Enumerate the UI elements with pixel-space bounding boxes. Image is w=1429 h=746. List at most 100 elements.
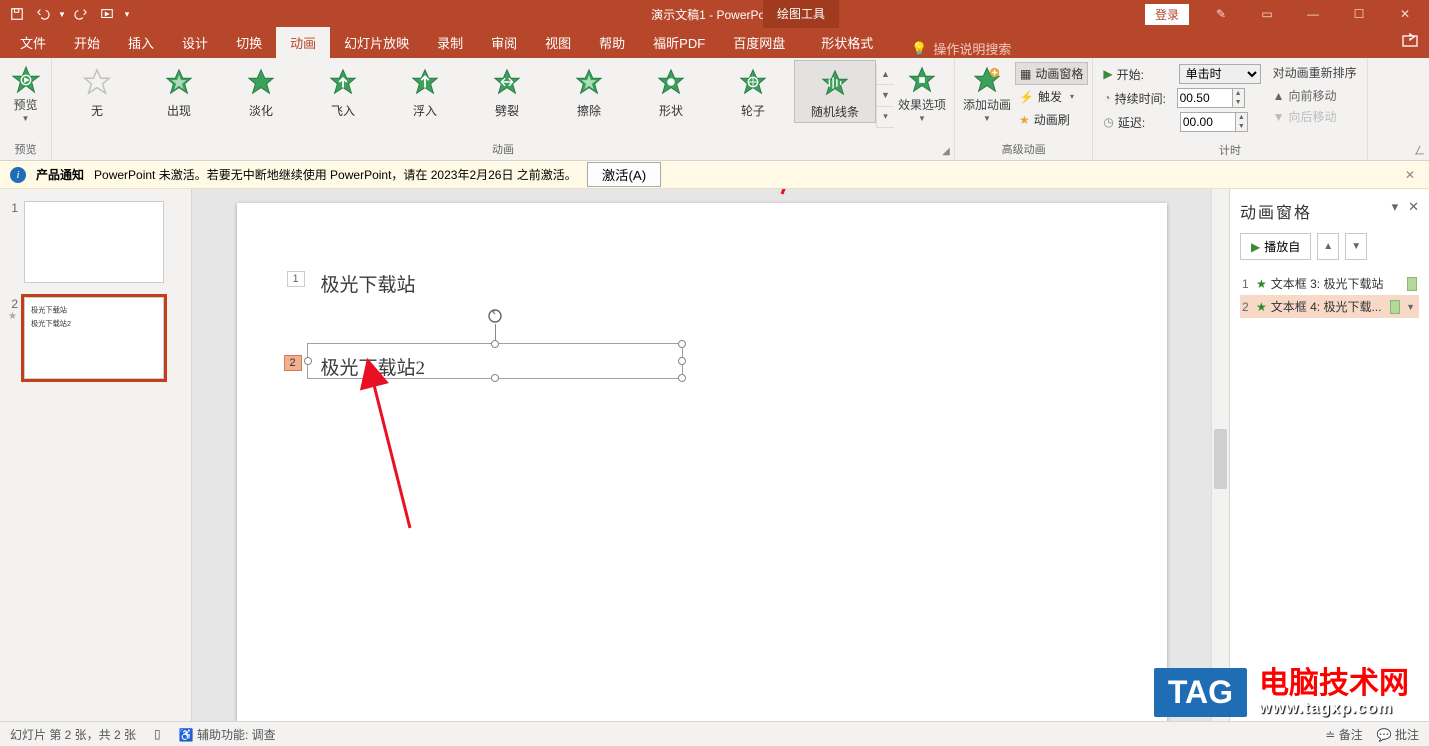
undo-icon[interactable] (30, 2, 56, 26)
add-animation-button[interactable]: 添加动画 ▼ (959, 60, 1015, 127)
delay-input[interactable] (1180, 112, 1236, 132)
gallery-scroll-up[interactable]: ▲ (877, 64, 894, 85)
tab-baidu[interactable]: 百度网盘 (719, 27, 799, 58)
animation-order-1[interactable]: 1 (287, 271, 305, 287)
tab-file[interactable]: 文件 (6, 27, 60, 58)
spinner-down[interactable]: ▼ (1233, 98, 1244, 107)
tab-slideshow[interactable]: 幻灯片放映 (330, 27, 423, 58)
minimize-icon[interactable]: — (1291, 2, 1335, 26)
start-from-beginning-icon[interactable] (94, 2, 120, 26)
pane-close-icon[interactable]: ✕ (1408, 199, 1419, 223)
timeline-bar[interactable] (1407, 277, 1417, 291)
slide-thumbnail-1[interactable] (24, 201, 164, 283)
play-from-button[interactable]: ▶播放自 (1240, 233, 1311, 260)
tab-foxit[interactable]: 福昕PDF (639, 27, 719, 58)
anim-shape[interactable]: 形状 (630, 60, 712, 123)
move-down-button[interactable]: ▼ (1345, 233, 1367, 260)
login-button[interactable]: 登录 (1145, 4, 1189, 25)
status-bar: 幻灯片 第 2 张，共 2 张 ▯ ♿ 辅助功能: 调查 ≐ 备注 💬 批注 (0, 721, 1429, 746)
duration-input[interactable] (1177, 88, 1233, 108)
pane-options-icon[interactable]: ▾ (1392, 199, 1399, 223)
anim-pane-item-2[interactable]: 2★ 文本框 4: 极光下载... ▼ (1240, 295, 1419, 318)
gallery-expand[interactable]: ▾ (877, 107, 894, 128)
anim-pane-item-1[interactable]: 1★ 文本框 3: 极光下载站 (1240, 272, 1419, 295)
start-select[interactable]: 单击时 (1179, 64, 1261, 84)
animation-order-2[interactable]: 2 (284, 355, 302, 371)
anim-split[interactable]: 劈裂 (466, 60, 548, 123)
tab-help[interactable]: 帮助 (585, 27, 639, 58)
item-dropdown-icon[interactable]: ▼ (1404, 302, 1417, 312)
move-later-button[interactable]: ▼向后移动 (1273, 106, 1357, 127)
anim-none[interactable]: 无 (56, 60, 138, 123)
anim-wipe[interactable]: 擦除 (548, 60, 630, 123)
resize-handle-se[interactable] (678, 374, 686, 382)
collapse-ribbon-icon[interactable]: ㄥ (1414, 142, 1425, 158)
redo-icon[interactable] (68, 2, 94, 26)
vertical-scrollbar[interactable] (1211, 189, 1229, 721)
save-icon[interactable] (4, 2, 30, 26)
tab-review[interactable]: 审阅 (477, 27, 531, 58)
tab-insert[interactable]: 插入 (114, 27, 168, 58)
info-icon: i (10, 167, 26, 183)
maximize-icon[interactable]: ☐ (1337, 2, 1381, 26)
textbox-1[interactable]: 极光下载站 (321, 270, 416, 297)
rotate-handle[interactable] (487, 308, 503, 324)
tab-design[interactable]: 设计 (168, 27, 222, 58)
qat-customize-icon[interactable]: ▾ (120, 2, 134, 26)
ribbon-display-icon[interactable]: ▭ (1245, 2, 1289, 26)
thumb-number: 2 (8, 297, 18, 311)
accessibility-icon: ♿ (179, 728, 194, 742)
animation-gallery[interactable]: 无 出现 淡化 飞入 浮入 劈裂 擦除 形状 轮子 随机线条 (56, 60, 876, 123)
timeline-bar[interactable] (1390, 300, 1400, 314)
tab-home[interactable]: 开始 (60, 27, 114, 58)
textbox-2[interactable]: 极光下载站2 (321, 353, 426, 380)
slide-thumbnail-2[interactable]: 极光下载站极光下载站2 (24, 297, 164, 379)
resize-handle-n[interactable] (491, 340, 499, 348)
anim-appear[interactable]: 出现 (138, 60, 220, 123)
tab-animations[interactable]: 动画 (276, 27, 330, 58)
slide-canvas[interactable]: 1 极光下载站 2 极光下载站2 (237, 203, 1167, 721)
trigger-button[interactable]: ⚡触发▾ (1015, 85, 1088, 108)
notes-button[interactable]: ≐ 备注 (1325, 726, 1362, 743)
preview-button[interactable]: 预览 ▼ (4, 60, 47, 127)
notice-close-icon[interactable]: ✕ (1401, 168, 1419, 182)
undo-dropdown-icon[interactable]: ▼ (56, 2, 68, 26)
anim-flyin[interactable]: 飞入 (302, 60, 384, 123)
tab-transitions[interactable]: 切换 (222, 27, 276, 58)
tell-me-search[interactable]: 💡 操作说明搜索 (911, 39, 1011, 58)
resize-handle-s[interactable] (491, 374, 499, 382)
delay-icon: ◷ (1103, 115, 1113, 129)
context-tool-header: 绘图工具 (763, 0, 839, 28)
spinner-up[interactable]: ▲ (1236, 113, 1247, 122)
anim-random-bars[interactable]: 随机线条 (794, 60, 876, 123)
move-earlier-button[interactable]: ▲向前移动 (1273, 85, 1357, 106)
eyedropper-icon[interactable]: ✎ (1199, 2, 1243, 26)
delay-label: 延迟: (1118, 114, 1176, 131)
resize-handle-e[interactable] (678, 357, 686, 365)
slide-counter[interactable]: 幻灯片 第 2 张，共 2 张 (10, 726, 136, 743)
tab-record[interactable]: 录制 (423, 27, 477, 58)
close-icon[interactable]: ✕ (1383, 2, 1427, 26)
resize-handle-ne[interactable] (678, 340, 686, 348)
language-indicator[interactable]: ▯ (154, 727, 161, 741)
anim-wheel[interactable]: 轮子 (712, 60, 794, 123)
resize-handle-w[interactable] (304, 357, 312, 365)
animation-dialog-launcher[interactable]: ◢ (940, 145, 952, 157)
annotation-arrow-1 (365, 373, 425, 536)
move-up-button[interactable]: ▲ (1317, 233, 1339, 260)
accessibility-checker[interactable]: ♿ 辅助功能: 调查 (179, 726, 276, 743)
comments-button[interactable]: 💬 批注 (1377, 726, 1419, 743)
activate-button[interactable]: 激活(A) (587, 162, 661, 187)
animation-pane-button[interactable]: ▦动画窗格 (1015, 62, 1088, 85)
share-icon[interactable] (1401, 32, 1419, 53)
anim-floatin[interactable]: 浮入 (384, 60, 466, 123)
spinner-up[interactable]: ▲ (1233, 89, 1244, 98)
star-icon: ★ (1256, 277, 1267, 291)
tab-shape-format[interactable]: 形状格式 (807, 27, 887, 58)
tab-view[interactable]: 视图 (531, 27, 585, 58)
effect-options-button[interactable]: 效果选项 ▼ (894, 60, 950, 127)
gallery-scroll-down[interactable]: ▼ (877, 85, 894, 106)
anim-fade[interactable]: 淡化 (220, 60, 302, 123)
animation-painter-button[interactable]: ★动画刷 (1015, 108, 1088, 131)
spinner-down[interactable]: ▼ (1236, 122, 1247, 131)
